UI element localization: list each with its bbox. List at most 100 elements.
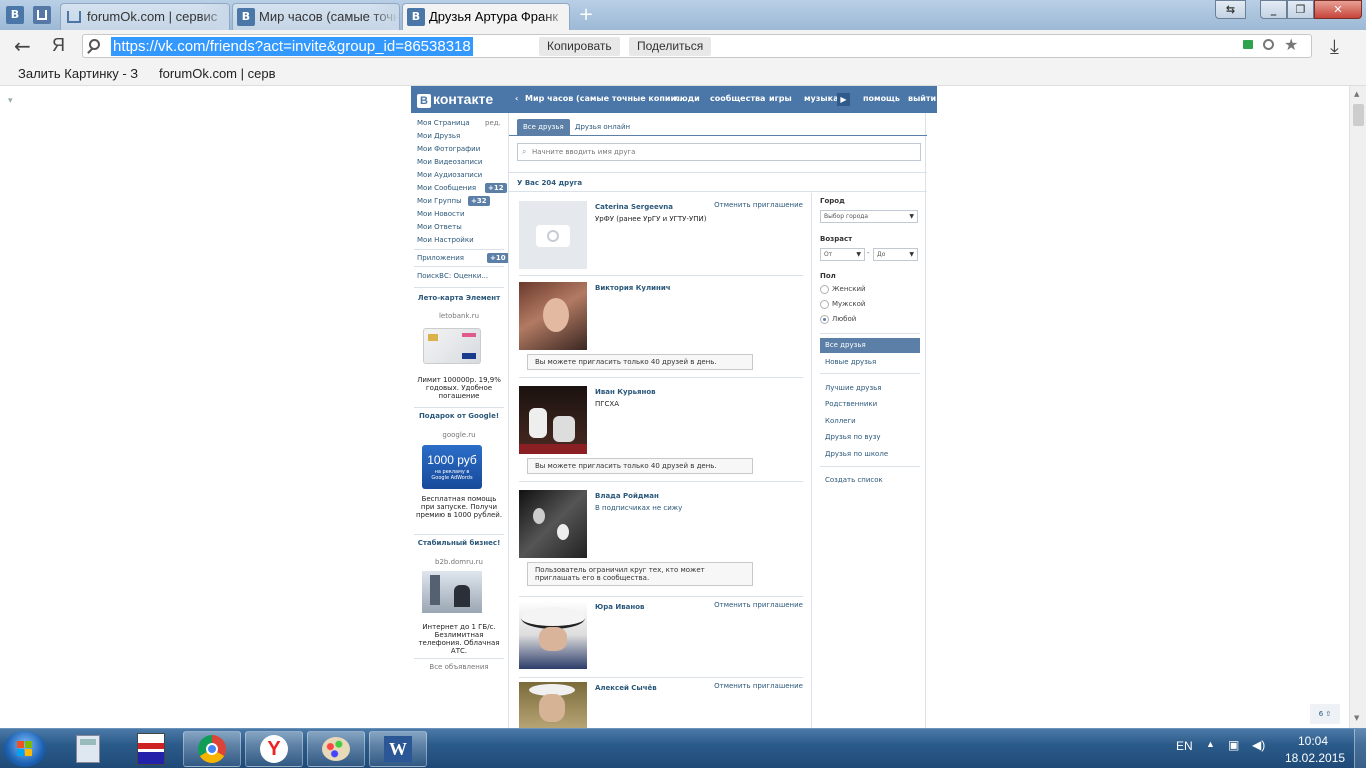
- list-colleagues[interactable]: Коллеги: [825, 417, 856, 425]
- avatar[interactable]: [519, 490, 587, 558]
- maximize-icon[interactable]: ❐: [1287, 0, 1314, 19]
- tab-friends-active[interactable]: B Друзья Артура Франк: [402, 3, 570, 30]
- nav-group[interactable]: Мир часов (самые точные копии...: [525, 94, 685, 103]
- menu-videos[interactable]: Мои Видеозаписи: [417, 158, 482, 166]
- nav-people[interactable]: люди: [674, 94, 700, 103]
- list-uni-friends[interactable]: Друзья по вузу: [825, 433, 881, 441]
- avatar[interactable]: [519, 682, 587, 728]
- menu-messages[interactable]: Мои Сообщения: [417, 184, 476, 192]
- menu-answers[interactable]: Мои Ответы: [417, 223, 462, 231]
- menu-app-item[interactable]: ПоискВС: Оценки...: [417, 272, 488, 280]
- list-school-friends[interactable]: Друзья по школе: [825, 450, 888, 458]
- avatar-placeholder[interactable]: [519, 201, 587, 269]
- menu-news[interactable]: Мои Новости: [417, 210, 465, 218]
- volume-icon[interactable]: ◀): [1252, 738, 1265, 752]
- yandex-logo-button[interactable]: Я: [52, 35, 65, 56]
- ad-title[interactable]: Подарок от Google!: [411, 412, 507, 420]
- cancel-invite-link[interactable]: Отменить приглашение: [714, 601, 803, 609]
- menu-settings[interactable]: Мои Настройки: [417, 236, 474, 244]
- close-icon[interactable]: ✕: [1314, 0, 1362, 19]
- minimize-icon[interactable]: _: [1260, 0, 1287, 19]
- start-button[interactable]: [4, 731, 46, 767]
- list-best-friends[interactable]: Лучшие друзья: [825, 384, 882, 392]
- nav-music[interactable]: музыка: [804, 94, 838, 103]
- friend-name[interactable]: Алексей Сычёв: [595, 684, 657, 692]
- cancel-invite-link[interactable]: Отменить приглашение: [714, 201, 803, 209]
- download-icon[interactable]: ⤓: [1330, 34, 1339, 58]
- page-scrollbar[interactable]: ▲ ▼: [1349, 86, 1366, 728]
- zoom-icon[interactable]: [1263, 39, 1274, 50]
- nav-communities[interactable]: сообщества: [710, 94, 765, 103]
- language-indicator[interactable]: EN: [1176, 739, 1193, 753]
- star-icon[interactable]: ★: [1284, 35, 1298, 54]
- menu-my-page[interactable]: Моя Страница: [417, 119, 470, 127]
- friend-name[interactable]: Юра Иванов: [595, 603, 644, 611]
- avatar[interactable]: [519, 601, 587, 669]
- friend-name[interactable]: Виктория Кулинич: [595, 284, 671, 292]
- ad-text[interactable]: Бесплатная помощь при запуске. Получи пр…: [415, 495, 503, 519]
- network-icon[interactable]: ▣: [1228, 738, 1239, 752]
- friend-search-input[interactable]: ⌕ Начните вводить имя друга: [517, 143, 921, 161]
- bookmark-item[interactable]: forumOk.com | серв: [159, 62, 275, 86]
- tabs-list-icon[interactable]: ⇆: [1215, 0, 1246, 19]
- book-pinned-tab-icon[interactable]: [33, 6, 51, 24]
- scroll-down-arrow-icon[interactable]: ▼: [1354, 714, 1359, 722]
- tab-online-friends[interactable]: Друзья онлайн: [569, 119, 636, 135]
- vk-pinned-tab-icon[interactable]: B: [6, 6, 24, 24]
- scroll-up-arrow-icon[interactable]: ▲: [1354, 90, 1359, 98]
- groups-badge[interactable]: +32: [468, 196, 490, 206]
- menu-photos[interactable]: Мои Фотографии: [417, 145, 480, 153]
- scrollbar-thumb[interactable]: [1353, 104, 1364, 126]
- friend-name[interactable]: Caterina Sergeevna: [595, 203, 673, 211]
- avatar[interactable]: [519, 282, 587, 350]
- show-desktop-button[interactable]: [1354, 729, 1366, 769]
- paint-taskbar-button[interactable]: [307, 731, 365, 767]
- apps-badge[interactable]: +10: [487, 253, 509, 263]
- yandex-browser-taskbar-button[interactable]: Y: [245, 731, 303, 767]
- ad-domain[interactable]: letobank.ru: [411, 312, 507, 320]
- share-button[interactable]: Поделиться: [629, 37, 712, 56]
- ad-title[interactable]: Лето-карта Элемент: [411, 294, 507, 302]
- ad-title[interactable]: Стабильный бизнес!: [411, 539, 507, 547]
- clock-date[interactable]: 18.02.2015: [1285, 751, 1345, 765]
- tab-watch-group[interactable]: B Мир часов (самые точные: [232, 3, 400, 30]
- list-new-friends[interactable]: Новые друзья: [825, 358, 876, 366]
- cancel-invite-link[interactable]: Отменить приглашение: [714, 682, 803, 690]
- radio-female[interactable]: Женский: [820, 285, 866, 294]
- chrome-taskbar-button[interactable]: [183, 731, 241, 767]
- ad-card-image[interactable]: [423, 328, 481, 364]
- city-select[interactable]: Выбор города ▼: [820, 210, 918, 223]
- friend-name[interactable]: Иван Курьянов: [595, 388, 656, 396]
- ad-text[interactable]: Лимит 100000р. 19,9% годовых. Удобное по…: [415, 376, 503, 400]
- tab-forumok[interactable]: forumOk.com | сервис: [60, 3, 230, 30]
- radio-male[interactable]: Мужской: [820, 300, 865, 309]
- ad-domain[interactable]: b2b.domru.ru: [411, 558, 507, 566]
- play-icon[interactable]: ▶: [837, 93, 850, 106]
- age-from-select[interactable]: От ▼: [820, 248, 865, 261]
- tab-all-friends[interactable]: Все друзья: [517, 119, 570, 135]
- radio-any[interactable]: Любой: [820, 315, 856, 324]
- create-list-link[interactable]: Создать список: [825, 476, 883, 484]
- floppy-app-icon[interactable]: [137, 733, 165, 765]
- clock-time[interactable]: 10:04: [1298, 734, 1328, 748]
- collapse-arrow-icon[interactable]: ▾: [8, 96, 13, 106]
- ad-google-banner[interactable]: 1000 руб на рекламу в Google AdWords: [422, 445, 482, 489]
- menu-apps[interactable]: Приложения: [417, 254, 464, 262]
- messages-badge[interactable]: +12: [485, 183, 507, 193]
- age-to-select[interactable]: До ▼: [873, 248, 918, 261]
- new-tab-plus-icon[interactable]: +: [577, 6, 595, 24]
- copy-button[interactable]: Копировать: [539, 37, 620, 56]
- url-text[interactable]: https://vk.com/friends?act=invite&group_…: [111, 37, 473, 56]
- scroll-up-counter[interactable]: 6 ⇧: [1310, 704, 1340, 724]
- lock-icon[interactable]: [1243, 40, 1253, 49]
- all-ads-link[interactable]: Все объявления: [411, 663, 507, 671]
- url-field[interactable]: https://vk.com/friends?act=invite&group_…: [82, 34, 1312, 58]
- calculator-icon[interactable]: [76, 735, 100, 763]
- vk-logo[interactable]: Вконтакте: [417, 91, 493, 108]
- avatar[interactable]: [519, 386, 587, 454]
- back-chevron-icon[interactable]: ‹: [515, 94, 518, 103]
- nav-games[interactable]: игры: [769, 94, 792, 103]
- friend-name[interactable]: Влада Ройдман: [595, 492, 659, 500]
- list-all-friends[interactable]: Все друзья: [820, 338, 920, 353]
- menu-audio[interactable]: Мои Аудиозаписи: [417, 171, 482, 179]
